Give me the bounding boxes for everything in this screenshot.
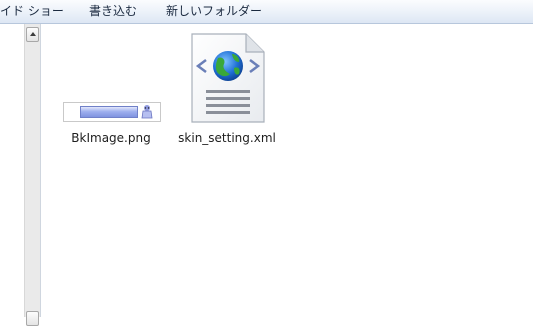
file-item-bkimage[interactable]: BkImage.png <box>41 24 181 164</box>
xml-file-icon <box>191 33 265 123</box>
file-item-skin-setting[interactable]: skin_setting.xml <box>177 24 277 169</box>
thumbnail-bar <box>80 106 138 118</box>
mascot-icon <box>141 105 153 119</box>
arrow-up-icon <box>30 32 36 36</box>
scroll-down-button[interactable] <box>26 311 39 326</box>
scroll-up-button[interactable] <box>26 27 39 42</box>
navigation-pane <box>0 24 24 317</box>
image-thumbnail-icon <box>63 102 161 122</box>
file-list-area[interactable]: BkImage.png skin_setting.xml <box>41 24 533 317</box>
file-name-label: skin_setting.xml <box>178 131 276 145</box>
navigation-pane-scrollbar[interactable] <box>24 24 41 326</box>
command-bar: イド ショー 書き込む 新しいフォルダー <box>0 0 533 24</box>
file-name-label: BkImage.png <box>71 131 151 145</box>
slideshow-button[interactable]: イド ショー <box>0 3 64 20</box>
burn-button[interactable]: 書き込む <box>89 3 137 20</box>
new-folder-button[interactable]: 新しいフォルダー <box>166 3 262 20</box>
